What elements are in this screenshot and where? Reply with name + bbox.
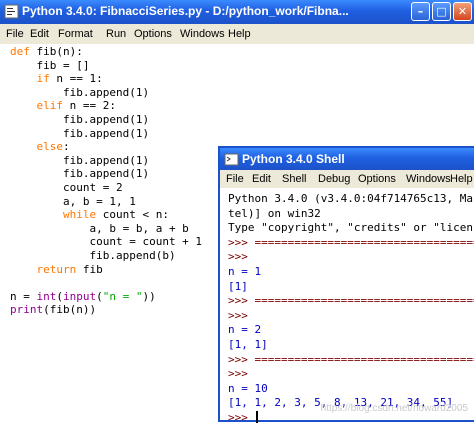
code-line: return fib — [36, 262, 103, 276]
menu-run[interactable]: Run — [106, 28, 126, 40]
shell-line: [1, 1] — [228, 338, 268, 351]
menu-edit[interactable]: Edit — [30, 28, 49, 40]
shell-menu-edit[interactable]: Edit — [252, 173, 271, 185]
shell-line: n = 1 — [228, 265, 262, 278]
shell-line: >>> ================================== — [228, 352, 474, 366]
editor-title: Python 3.4.0: FibnacciSeries.py - D:/pyt… — [22, 4, 349, 18]
shell-window: Python 3.4.0 Shell File Edit Shell Debug… — [218, 146, 474, 424]
shell-title: Python 3.4.0 Shell — [242, 152, 345, 166]
shell-line: >>> — [228, 411, 255, 424]
close-button[interactable]: ✕ — [453, 2, 472, 21]
menu-windows[interactable]: Windows — [180, 28, 225, 40]
shell-line: >>> — [228, 308, 248, 322]
menu-file[interactable]: File — [6, 28, 24, 40]
shell-menu-file[interactable]: File — [226, 173, 244, 185]
editor-menubar: File Edit Format Run Options Windows Hel… — [0, 24, 474, 45]
shell-menu-windows[interactable]: Windows — [406, 173, 451, 185]
shell-titlebar[interactable]: Python 3.4.0 Shell — [220, 148, 474, 170]
shell-menubar: File Edit Shell Debug Options Windows He… — [220, 170, 474, 189]
menu-options[interactable]: Options — [134, 28, 172, 40]
code-line: fib.append(1) — [10, 167, 150, 181]
code-line: def fib(n): — [10, 45, 83, 58]
code-line: fib.append(1) — [10, 153, 150, 167]
shell-line: >>> ================================== — [228, 294, 474, 308]
shell-line: tel)] on win32 — [228, 206, 321, 220]
code-line: fib.append(1) — [10, 85, 150, 99]
shell-line: Python 3.4.0 (v3.4.0:04f714765c13, Ma — [228, 192, 474, 205]
shell-menu-options[interactable]: Options — [358, 173, 396, 185]
watermark: https://blog.csdn.net/howard2005 — [320, 403, 468, 414]
code-line: fib.append(1) — [10, 113, 150, 126]
shell-line: n = 10 — [228, 381, 268, 395]
shell-line: >>> — [228, 367, 248, 381]
shell-line: [1] — [228, 279, 248, 293]
shell-menu-shell[interactable]: Shell — [282, 173, 306, 185]
code-line: elif n == 2: — [36, 99, 116, 113]
minimize-button[interactable]: – — [411, 2, 430, 21]
text-cursor — [256, 411, 258, 423]
shell-line: >>> ================================== — [228, 235, 474, 249]
code-line: a, b = 1, 1 — [10, 194, 136, 208]
code-line: if n == 1: — [36, 72, 103, 86]
shell-console[interactable]: Python 3.4.0 (v3.4.0:04f714765c13, Ma tel… — [220, 188, 474, 424]
python-idle-icon — [4, 4, 19, 19]
code-line: print(fib(n)) — [10, 303, 97, 317]
code-line: n = int(input("n = ")) — [10, 289, 156, 303]
code-line: count = 2 — [10, 181, 123, 194]
code-line: fib.append(b) — [10, 249, 176, 262]
python-shell-icon — [224, 153, 239, 166]
code-line: fib.append(1) — [10, 126, 150, 140]
menu-help[interactable]: Help — [228, 28, 251, 40]
code-line: count = count + 1 — [10, 235, 203, 249]
code-line: fib = [] — [10, 58, 90, 72]
maximize-button[interactable]: □ — [432, 2, 451, 21]
code-line: while count < n: — [62, 208, 169, 222]
shell-line: Type "copyright", "credits" or "licen — [228, 221, 474, 235]
shell-menu-debug[interactable]: Debug — [318, 173, 350, 185]
shell-line: >>> — [228, 250, 248, 264]
code-line: a, b = b, a + b — [10, 221, 189, 235]
shell-menu-help[interactable]: Help — [450, 173, 473, 185]
menu-format[interactable]: Format — [58, 28, 93, 40]
code-line: else: — [36, 140, 70, 154]
shell-line: n = 2 — [228, 323, 262, 337]
editor-titlebar[interactable]: Python 3.4.0: FibnacciSeries.py - D:/pyt… — [0, 0, 474, 24]
